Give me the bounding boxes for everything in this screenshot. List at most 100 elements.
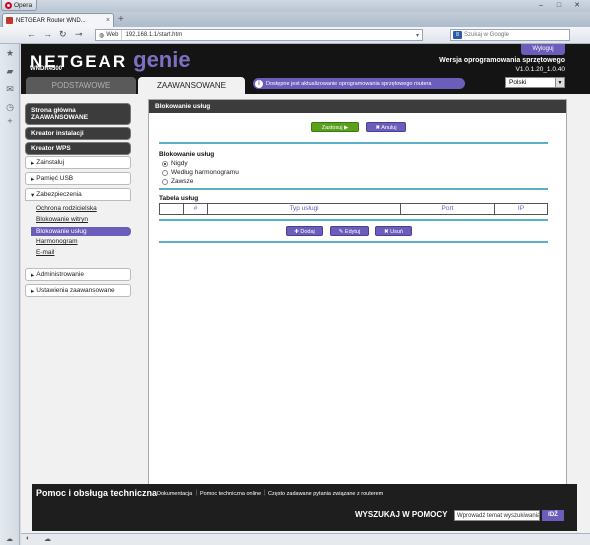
- reload-button[interactable]: ↻: [59, 29, 67, 40]
- divider: [159, 241, 548, 243]
- nav-security[interactable]: ▾ Zabezpieczenia: [25, 188, 131, 201]
- firmware-version: V1.0.1.20_1.0.40: [515, 66, 565, 73]
- add-button[interactable]: ✚ Dodaj: [286, 226, 323, 236]
- google-search-icon[interactable]: 8: [453, 31, 462, 39]
- product-name: genie: [133, 47, 191, 72]
- column-number: #: [184, 204, 208, 214]
- back-button[interactable]: ←: [27, 29, 36, 39]
- nav-advanced-setup-label: Ustawienia zaawansowane: [36, 287, 115, 294]
- nav-setup-wizard[interactable]: Kreator instalacji: [25, 127, 131, 140]
- url-text[interactable]: 192.168.1.1/start.htm: [122, 32, 182, 38]
- browser-tab[interactable]: NETGEAR Router WND... ×: [2, 13, 114, 27]
- link-separator: |: [196, 490, 198, 496]
- link-separator: |: [264, 490, 266, 496]
- search-field[interactable]: 8 Szukaj w Google: [450, 29, 570, 41]
- nav-advanced-setup[interactable]: ▸ Ustawienia zaawansowane: [25, 284, 131, 297]
- nav-setup-label: Zainstaluj: [36, 159, 65, 166]
- apply-button[interactable]: Zastosuj ▶: [311, 122, 359, 132]
- radio-button[interactable]: [162, 169, 168, 176]
- firmware-update-notice[interactable]: i Dostępne jest aktualizowanie oprogramo…: [253, 78, 465, 89]
- address-field[interactable]: ◍ Web 192.168.1.1/start.htm ▾: [95, 29, 423, 41]
- web-badge[interactable]: ◍ Web: [96, 30, 123, 40]
- router-faq-link[interactable]: Często zadawane pytania związane z route…: [268, 491, 383, 497]
- help-footer: Pomoc i obsługa techniczna Dokumentacja …: [32, 484, 577, 531]
- nav-schedule[interactable]: Harmonogram: [36, 238, 78, 245]
- delete-button[interactable]: ✖ Usuń: [375, 226, 412, 236]
- expand-arrow-icon: ▸: [31, 271, 35, 279]
- option-label: Nigdy: [171, 160, 188, 167]
- nav-setup[interactable]: ▸ Zainstaluj: [25, 156, 131, 169]
- opera-logo-icon: [5, 1, 12, 9]
- column-select: [160, 204, 184, 214]
- nav-usb-label: Pamięć USB: [36, 175, 74, 182]
- globe-icon: ◍: [99, 32, 105, 39]
- option-per-schedule[interactable]: Według harmonogramu: [162, 169, 239, 176]
- expand-arrow-icon: ▸: [31, 175, 35, 183]
- nav-usb-storage[interactable]: ▸ Pamięć USB: [25, 172, 131, 185]
- radio-button[interactable]: [162, 178, 168, 185]
- cloud-icon[interactable]: ☁: [6, 535, 13, 543]
- chevron-down-icon[interactable]: ▼: [555, 78, 564, 87]
- nav-administration-label: Administrowanie: [36, 271, 84, 278]
- nav-security-label: Zabezpieczenia: [36, 191, 82, 198]
- divider: [159, 142, 548, 144]
- key-icon[interactable]: ⊸: [75, 29, 83, 40]
- nav-email[interactable]: E-mail: [36, 249, 54, 256]
- minimize-button[interactable]: –: [534, 0, 548, 10]
- window-titlebar: [0, 0, 590, 12]
- info-icon: i: [255, 79, 263, 88]
- tab-basic[interactable]: PODSTAWOWE: [26, 77, 136, 94]
- expand-arrow-icon: ▸: [31, 159, 35, 167]
- url-dropdown-icon[interactable]: ▾: [416, 32, 419, 39]
- nav-administration[interactable]: ▸ Administrowanie: [25, 268, 131, 281]
- column-service-type: Typ usługi: [208, 204, 401, 214]
- plus-icon[interactable]: +: [5, 116, 15, 126]
- tab-advanced[interactable]: ZAAWANSOWANE: [138, 77, 245, 94]
- new-tab-button[interactable]: +: [118, 14, 124, 25]
- divider: [159, 188, 548, 190]
- nav-parental-control[interactable]: Ochrona rodzicielska: [36, 205, 97, 212]
- nav-wps-wizard[interactable]: Kreator WPS: [25, 142, 131, 155]
- nav-advanced-home[interactable]: Strona główna ZAAWANSOWANE: [25, 103, 131, 125]
- column-port: Port: [401, 204, 495, 214]
- documentation-link[interactable]: Dokumentacja: [157, 491, 192, 497]
- browser-tab-title: NETGEAR Router WND...: [16, 17, 86, 24]
- nav-block-sites[interactable]: Blokowanie witryn: [36, 216, 88, 223]
- router-model: WNDR4500: [30, 66, 63, 72]
- netgear-favicon-icon: [6, 17, 13, 24]
- sync-icon[interactable]: ☁: [44, 535, 51, 543]
- opera-menu-label: Opera: [14, 1, 33, 9]
- page-title: Blokowanie usług: [149, 100, 566, 113]
- maximize-button[interactable]: □: [552, 0, 566, 10]
- help-search-go-button[interactable]: IDŹ: [542, 510, 564, 521]
- expand-arrow-icon: ▸: [31, 287, 35, 295]
- edit-button[interactable]: ✎ Edytuj: [330, 226, 369, 236]
- collapse-arrow-icon: ▾: [31, 191, 35, 199]
- cancel-button[interactable]: ✖ Anuluj: [366, 122, 406, 132]
- forward-button[interactable]: →: [43, 29, 52, 39]
- online-support-link[interactable]: Pomoc techniczna online: [200, 491, 261, 497]
- help-search-input[interactable]: Wprowadź temat wyszukiwania: [454, 510, 540, 521]
- chat-icon[interactable]: ▰: [5, 66, 15, 76]
- clock-icon[interactable]: ◷: [5, 102, 15, 112]
- divider: [159, 219, 548, 221]
- star-icon[interactable]: ★: [5, 48, 15, 58]
- logout-button[interactable]: Wyloguj: [521, 44, 565, 55]
- tab-close-icon[interactable]: ×: [106, 17, 110, 24]
- opera-menu-button[interactable]: Opera: [1, 0, 37, 11]
- firmware-label: Wersja oprogramowania sprzętowego: [439, 57, 565, 64]
- close-window-button[interactable]: ✕: [570, 0, 584, 10]
- service-blocking-label: Blokowanie usług: [159, 151, 215, 158]
- option-never[interactable]: Nigdy: [162, 160, 188, 167]
- option-always[interactable]: Zawsze: [162, 178, 193, 185]
- mail-icon[interactable]: ✉: [5, 84, 15, 94]
- nav-block-services[interactable]: Blokowanie usług: [31, 227, 131, 236]
- language-select[interactable]: Polski ▼: [505, 77, 565, 88]
- status-bar: [21, 533, 590, 545]
- option-label: Według harmonogramu: [171, 169, 239, 176]
- update-notice-text: Dostępne jest aktualizowanie oprogramowa…: [266, 80, 432, 87]
- service-table-label: Tabela usług: [159, 195, 199, 202]
- search-placeholder: Szukaj w Google: [464, 32, 510, 38]
- turbo-icon[interactable]: ◐: [26, 535, 30, 542]
- radio-button[interactable]: [162, 160, 168, 167]
